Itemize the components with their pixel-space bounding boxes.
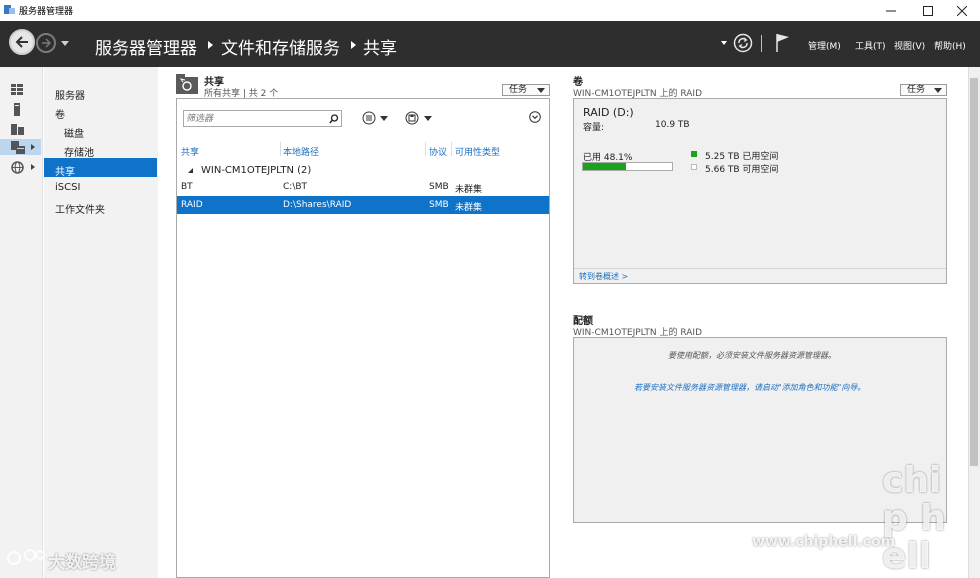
watermark-logo-text: chip hell — [882, 460, 946, 577]
all-servers-icon[interactable] — [11, 122, 24, 135]
save-query-icon[interactable] — [405, 111, 419, 125]
breadcrumb-separator-icon — [208, 41, 213, 49]
nav-item-servers[interactable]: 服务器 — [55, 87, 85, 102]
cell-local-path: D:\Shares\RAID — [283, 200, 352, 210]
maximize-button[interactable] — [910, 0, 946, 21]
capacity-label: 容量: — [583, 123, 605, 133]
watermark-url: www.chiphell.com — [752, 534, 896, 550]
group-collapse-icon[interactable] — [188, 168, 193, 173]
chevron-down-icon — [934, 88, 942, 93]
back-button[interactable] — [9, 29, 35, 55]
expand-arrow-icon — [31, 144, 35, 150]
watermark-text-left: 大数跨境 — [48, 553, 116, 573]
group-header[interactable]: WIN-CM1OTEJPLTN (2) — [201, 165, 311, 176]
cell-availability: 未群集 — [455, 185, 483, 195]
cell-share: BT — [181, 182, 193, 192]
usage-bar-fill — [583, 163, 626, 170]
local-server-icon[interactable] — [13, 103, 21, 116]
dashboard-icon[interactable] — [11, 84, 23, 96]
breadcrumb-separator-icon — [351, 41, 356, 49]
filter-input[interactable] — [186, 112, 326, 125]
column-header-share[interactable]: 共享 — [181, 145, 199, 158]
history-dropdown-icon[interactable] — [61, 41, 69, 46]
refresh-dropdown-icon[interactable] — [721, 41, 727, 45]
chevron-down-icon[interactable] — [380, 116, 388, 121]
menu-manage[interactable]: 管理(M) — [808, 39, 841, 52]
header-divider — [761, 35, 762, 52]
close-icon — [957, 5, 967, 16]
header-bar: 服务器管理器 文件和存储服务 共享 管理(M) 工具(T) 视图(V) 帮助(H… — [0, 21, 980, 67]
close-button[interactable] — [944, 0, 980, 21]
chevron-down-icon — [537, 88, 545, 93]
back-arrow-icon — [15, 36, 28, 48]
filter-box[interactable] — [183, 110, 342, 127]
column-header-protocol[interactable]: 协议 — [429, 145, 447, 158]
used-space-swatch — [691, 151, 697, 157]
expand-collapse-icon[interactable] — [529, 111, 541, 123]
window-title: 服务器管理器 — [19, 7, 74, 17]
cell-protocol: SMB — [429, 182, 449, 192]
volume-tasks-label: 任务 — [907, 85, 926, 95]
quota-requirement-message: 要使用配额，必须安装文件服务器资源管理器。 — [668, 351, 836, 360]
iis-globe-icon[interactable] — [11, 161, 24, 174]
expand-arrow-icon — [31, 164, 35, 170]
cell-protocol: SMB — [429, 200, 449, 210]
forward-arrow-icon — [42, 38, 51, 48]
volume-name: RAID (D:) — [583, 106, 634, 119]
add-roles-features-link[interactable]: 若要安装文件服务器资源管理器，请启动"添加角色和功能"向导。 — [634, 382, 865, 393]
breadcrumb-file-storage[interactable]: 文件和存储服务 — [221, 34, 340, 59]
minimize-icon — [886, 10, 896, 11]
refresh-icon[interactable] — [733, 33, 753, 53]
nav-item-storage-pools[interactable]: 存储池 — [64, 144, 94, 159]
breadcrumb-server-manager[interactable]: 服务器管理器 — [95, 34, 197, 59]
table-row-selected[interactable]: RAID D:\Shares\RAID SMB 未群集 — [177, 196, 549, 214]
column-header-local-path[interactable]: 本地路径 — [283, 145, 319, 158]
volume-panel-divider — [574, 268, 946, 269]
shares-folder-icon — [176, 74, 198, 94]
cell-availability: 未群集 — [455, 203, 483, 213]
breadcrumb-shares: 共享 — [363, 39, 397, 59]
cell-local-path: C:\BT — [283, 182, 308, 192]
column-divider — [425, 142, 426, 156]
menu-view[interactable]: 视图(V) — [894, 39, 925, 52]
scrollbar-thumb[interactable] — [970, 78, 978, 466]
nav-item-disks[interactable]: 磁盘 — [64, 125, 84, 140]
shares-tasks-label: 任务 — [509, 85, 528, 95]
free-space-swatch — [691, 164, 697, 170]
usage-bar — [582, 162, 673, 171]
nav-item-volumes[interactable]: 卷 — [55, 106, 65, 121]
go-to-volume-overview-link[interactable]: 转到卷概述 > — [579, 271, 628, 282]
free-space-legend: 5.66 TB 可用空间 — [705, 165, 779, 175]
volume-panel — [573, 98, 947, 284]
cell-share: RAID — [181, 200, 203, 210]
nav-item-shares[interactable]: 共享 — [55, 163, 75, 178]
file-storage-nav-panel — [44, 67, 158, 578]
notifications-flag-icon[interactable] — [775, 33, 791, 53]
window-titlebar: 服务器管理器 — [0, 0, 980, 21]
column-divider — [280, 142, 281, 156]
chevron-down-icon[interactable] — [424, 116, 432, 121]
forward-button[interactable] — [36, 33, 56, 53]
maximize-icon — [923, 5, 933, 16]
search-icon[interactable] — [329, 114, 339, 124]
volume-tasks-button[interactable]: 任务 — [900, 84, 947, 96]
nav-item-work-folders[interactable]: 工作文件夹 — [55, 201, 105, 216]
column-divider — [451, 142, 452, 156]
shares-tasks-button[interactable]: 任务 — [502, 84, 550, 96]
minimize-button[interactable] — [873, 0, 909, 21]
server-manager-app-icon — [4, 5, 15, 14]
used-space-legend: 5.25 TB 已用空间 — [705, 152, 779, 162]
menu-tools[interactable]: 工具(T) — [855, 39, 886, 52]
file-storage-icon — [11, 141, 25, 154]
menu-help[interactable]: 帮助(H) — [934, 39, 966, 52]
table-row[interactable]: BT C:\BT SMB 未群集 — [177, 178, 549, 196]
capacity-value: 10.9 TB — [655, 120, 690, 130]
watermark-logo-icon — [7, 549, 45, 565]
nav-item-iscsi[interactable]: iSCSI — [55, 182, 80, 193]
list-options-icon[interactable] — [362, 111, 376, 125]
column-header-availability[interactable]: 可用性类型 — [455, 145, 500, 158]
